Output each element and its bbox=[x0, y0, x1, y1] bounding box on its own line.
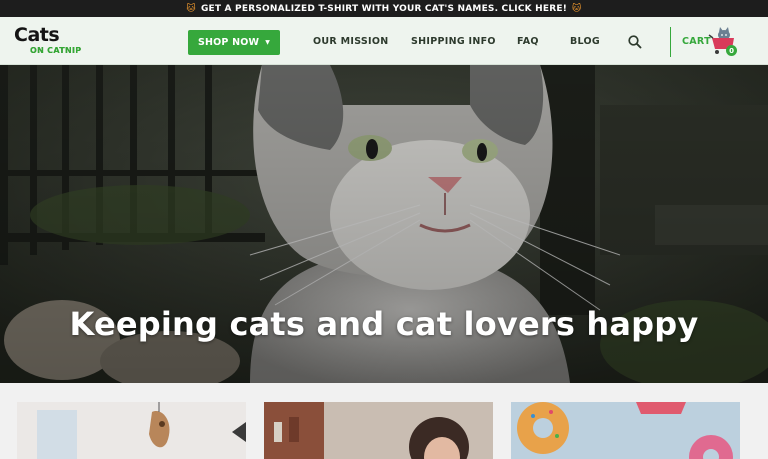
cart-link[interactable]: CART bbox=[682, 36, 711, 47]
logo-wordmark-bottom: ON CATNIP bbox=[30, 46, 82, 55]
site-header: Cats ON CATNIP SHOP NOW ▼ OUR MISSION SH… bbox=[0, 17, 768, 65]
hero-heading: Keeping cats and cat lovers happy bbox=[69, 305, 699, 343]
search-icon[interactable] bbox=[627, 34, 643, 50]
shop-now-label: SHOP NOW bbox=[197, 37, 260, 48]
cat-emoji-icon: 🐱 bbox=[186, 3, 196, 14]
announcement-bar[interactable]: 🐱 GET A PERSONALIZED T-SHIRT WITH YOUR C… bbox=[0, 0, 768, 17]
announcement-text[interactable]: GET A PERSONALIZED T-SHIRT WITH YOUR CAT… bbox=[201, 4, 567, 14]
nav-our-mission[interactable]: OUR MISSION bbox=[313, 36, 389, 50]
product-card-row bbox=[0, 383, 768, 459]
product-card[interactable] bbox=[511, 402, 740, 459]
product-card[interactable] bbox=[264, 402, 493, 459]
nav-faq[interactable]: FAQ bbox=[517, 36, 539, 50]
chevron-down-icon: ▼ bbox=[265, 39, 271, 46]
product-card[interactable] bbox=[17, 402, 246, 459]
nav-shipping-info[interactable]: SHIPPING INFO bbox=[411, 36, 496, 50]
header-divider bbox=[670, 27, 671, 57]
product-image bbox=[511, 402, 740, 459]
nav-blog[interactable]: BLOG bbox=[570, 36, 600, 50]
product-image bbox=[17, 402, 246, 459]
logo-wordmark-top: Cats bbox=[14, 24, 60, 46]
product-image bbox=[264, 402, 493, 459]
cart-count-badge: 0 bbox=[726, 45, 737, 56]
hero-banner: Keeping cats and cat lovers happy bbox=[0, 65, 768, 383]
site-logo[interactable]: Cats ON CATNIP bbox=[14, 24, 90, 58]
cat-emoji-icon: 🐱 bbox=[572, 3, 582, 14]
shop-now-button[interactable]: SHOP NOW ▼ bbox=[188, 30, 280, 55]
